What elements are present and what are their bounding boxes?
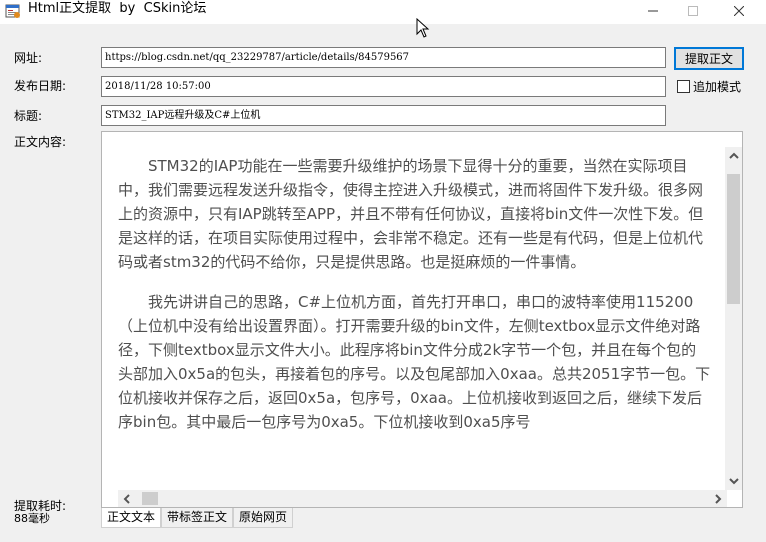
chevron-left-icon <box>123 493 130 504</box>
main-window: Html正文提取 by CSkin论坛 网址: https://blog.csd… <box>0 0 766 542</box>
scroll-right-button[interactable] <box>710 490 727 507</box>
extract-button[interactable]: 提取正文 <box>674 47 744 70</box>
minimize-icon <box>648 10 658 12</box>
maximize-icon <box>688 6 698 16</box>
content-label: 正文内容: <box>14 135 67 149</box>
url-label: 网址: <box>14 51 43 65</box>
vertical-scroll-thumb[interactable] <box>727 174 740 304</box>
close-button[interactable] <box>716 0 762 22</box>
elapsed-value: 88毫秒 <box>14 512 50 525</box>
scroll-down-button[interactable] <box>725 473 742 490</box>
append-mode-checkbox[interactable]: 追加模式 <box>677 78 741 95</box>
title-input[interactable]: STM32_IAP远程升级及C#上位机 <box>101 105 666 126</box>
horizontal-scrollbar[interactable] <box>118 490 727 507</box>
checkbox-box[interactable] <box>677 80 690 93</box>
chevron-right-icon <box>715 493 722 504</box>
close-icon <box>734 6 744 16</box>
tab-tagged-text[interactable]: 带标签正文 <box>161 508 234 528</box>
content-tabs: 正文文本 带标签正文 原始网页 <box>101 508 294 528</box>
title-label: 标题: <box>14 109 43 123</box>
chevron-down-icon <box>728 478 739 485</box>
title-bar[interactable]: Html正文提取 by CSkin论坛 <box>0 0 766 24</box>
tab-plain-text[interactable]: 正文文本 <box>101 508 162 528</box>
date-label: 发布日期: <box>14 79 67 93</box>
content-paragraph: STM32的IAP功能在一些需要升级维护的场景下显得十分的重要，当然在实际项目中… <box>118 157 704 271</box>
tab-raw-page[interactable]: 原始网页 <box>233 508 294 528</box>
window-title: Html正文提取 by CSkin论坛 <box>28 1 207 16</box>
scroll-left-button[interactable] <box>118 490 135 507</box>
mouse-cursor-icon <box>416 18 430 38</box>
date-input[interactable]: 2018/11/28 10:57:00 <box>101 76 666 97</box>
content-text: STM32的IAP功能在一些需要升级维护的场景下显得十分的重要，当然在实际项目中… <box>118 154 711 450</box>
content-textbox[interactable]: STM32的IAP功能在一些需要升级维护的场景下显得十分的重要，当然在实际项目中… <box>101 131 743 508</box>
horizontal-scroll-thumb[interactable] <box>142 492 158 505</box>
url-input[interactable]: https://blog.csdn.net/qq_23229787/articl… <box>101 47 666 68</box>
chevron-up-icon <box>728 152 739 159</box>
app-icon <box>5 3 21 19</box>
maximize-button[interactable] <box>670 0 716 22</box>
content-paragraph: 我先讲讲自己的思路，C#上位机方面，首先打开串口，串口的波特率使用115200（… <box>118 293 711 431</box>
append-mode-label: 追加模式 <box>693 80 742 94</box>
scroll-up-button[interactable] <box>725 147 742 164</box>
vertical-scrollbar[interactable] <box>725 147 742 490</box>
